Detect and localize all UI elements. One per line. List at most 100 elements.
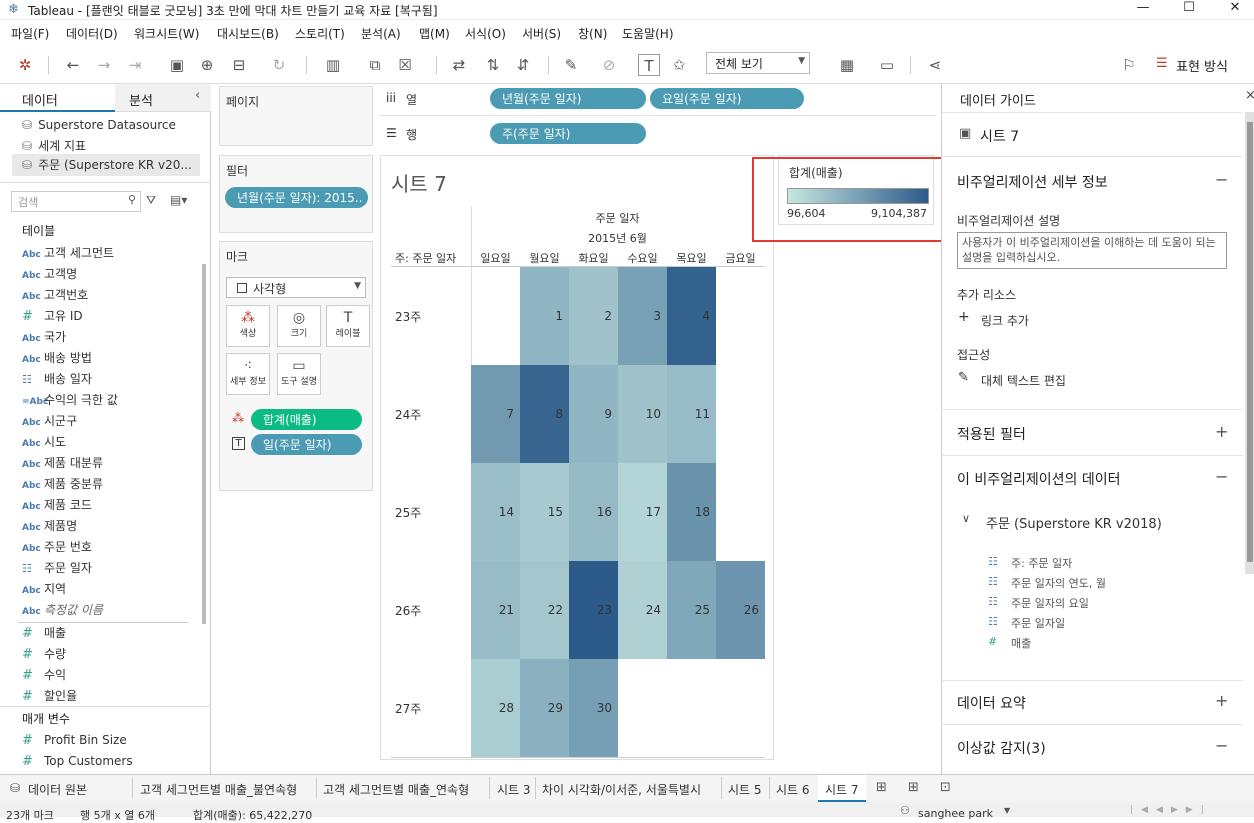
sort-asc-icon[interactable]: ⇅ bbox=[482, 54, 504, 76]
outliers-heading[interactable]: 이상값 감지(3) bbox=[957, 738, 1046, 758]
dimension-field[interactable]: Abc 제품 대분류 bbox=[22, 453, 103, 474]
heatmap-cell[interactable]: 18 bbox=[667, 463, 716, 561]
expand-plus-icon[interactable]: + bbox=[1215, 422, 1228, 441]
heatmap-cell[interactable]: 10 bbox=[618, 365, 667, 463]
column-header-cell[interactable]: 화요일 bbox=[569, 250, 618, 266]
heatmap-cell[interactable]: 3 bbox=[618, 267, 667, 365]
alt-text-button[interactable]: 대체 텍스트 편집 bbox=[981, 372, 1066, 389]
row-header-cell[interactable]: 25주 bbox=[395, 504, 421, 521]
column-header-cell[interactable]: 월요일 bbox=[520, 250, 569, 266]
mark-type-select[interactable]: 사각형 ▼ bbox=[226, 277, 366, 298]
collapse-minus-icon[interactable]: − bbox=[1215, 170, 1228, 189]
heatmap-cell[interactable]: 30 bbox=[569, 659, 618, 757]
new-worksheet-icon[interactable]: ▥ bbox=[322, 54, 344, 76]
dimension-field[interactable]: Abc 고객 세그먼트 bbox=[22, 243, 114, 264]
menu-window[interactable]: 창(N) bbox=[578, 25, 607, 42]
heatmap-cell[interactable]: 4 bbox=[667, 267, 716, 365]
swap-icon[interactable]: ⇄ bbox=[448, 54, 470, 76]
minimize-button[interactable]: — bbox=[1120, 0, 1166, 20]
column-pill[interactable]: 년월(주문 일자) bbox=[490, 88, 646, 109]
pause-update-icon[interactable]: ⊟ bbox=[228, 54, 250, 76]
size-button[interactable]: ◎ 크기 bbox=[277, 305, 321, 347]
columns-shelf[interactable]: iii 열 년월(주문 일자) 요일(주문 일자) bbox=[380, 86, 936, 112]
clear-sheet-icon[interactable]: ☒ bbox=[394, 54, 416, 76]
redo-icon[interactable]: → bbox=[93, 54, 115, 76]
row-header-cell[interactable]: 27주 bbox=[395, 700, 421, 717]
pages-card[interactable]: 페이지 bbox=[219, 86, 373, 146]
heatmap-cell[interactable]: 1 bbox=[520, 267, 569, 365]
param-item[interactable]: # Top Customers bbox=[22, 751, 133, 772]
tableau-home-icon[interactable]: ✲ bbox=[14, 54, 36, 76]
dimension-field[interactable]: Abc 시도 bbox=[22, 432, 66, 453]
viz-data-heading[interactable]: 이 비주얼리제이션의 데이터 bbox=[957, 469, 1120, 489]
menu-server[interactable]: 서버(S) bbox=[522, 25, 561, 42]
heatmap-cell[interactable]: 26 bbox=[716, 561, 765, 659]
heatmap-cell[interactable]: 22 bbox=[520, 561, 569, 659]
datasource-item[interactable]: ⛁ 세계 지표 bbox=[22, 137, 86, 154]
dimension-field[interactable]: Abc 지역 bbox=[22, 579, 66, 600]
tab-datasource[interactable]: 데이터 원본 bbox=[28, 781, 87, 798]
heatmap-cell[interactable]: 23 bbox=[569, 561, 618, 659]
expand-plus-icon[interactable]: + bbox=[1215, 691, 1228, 710]
sheet-nav-icon[interactable]: |◀◀▶▶| bbox=[1130, 805, 1212, 815]
heatmap-cell[interactable]: 14 bbox=[471, 463, 520, 561]
replay-icon[interactable]: ⇥ bbox=[124, 54, 146, 76]
sort-desc-icon[interactable]: ⇵ bbox=[512, 54, 534, 76]
dimension-field[interactable]: Abc 배송 방법 bbox=[22, 348, 92, 369]
dimension-field[interactable]: ☷ 주문 일자 bbox=[22, 558, 92, 579]
dimension-field[interactable]: Abc 제품명 bbox=[22, 516, 77, 537]
dimension-field[interactable]: Abc 제품 코드 bbox=[22, 495, 92, 516]
undo-icon[interactable]: ← bbox=[62, 54, 84, 76]
column-header-cell[interactable]: 일요일 bbox=[471, 250, 520, 266]
tab-sheet[interactable]: 고객 세그먼트별 매출_연속형 bbox=[323, 781, 469, 798]
highlight-icon[interactable]: ✎ bbox=[560, 54, 582, 76]
row-header-cell[interactable]: 23주 bbox=[395, 308, 421, 325]
chevron-down-icon[interactable]: ▼ bbox=[1004, 806, 1010, 815]
row-header-cell[interactable]: 24주 bbox=[395, 406, 421, 423]
measure-field[interactable]: # 할인율 bbox=[22, 686, 77, 707]
column-header-cell[interactable]: 수요일 bbox=[618, 250, 667, 266]
group-icon[interactable]: ⊘ bbox=[598, 54, 620, 76]
tab-sheet[interactable]: 시트 6 bbox=[776, 781, 810, 798]
presentation-icon[interactable]: ▭ bbox=[876, 54, 898, 76]
pin-icon[interactable]: ⚐ bbox=[1118, 54, 1140, 76]
dimension-field[interactable]: ☷ 배송 일자 bbox=[22, 369, 92, 390]
column-pill[interactable]: 요일(주문 일자) bbox=[650, 88, 804, 109]
param-item[interactable]: # Profit Bin Size bbox=[22, 730, 127, 751]
detail-button[interactable]: ⁖ 세부 정보 bbox=[226, 353, 270, 395]
dimension-field[interactable]: # 고유 ID bbox=[22, 306, 83, 327]
close-button[interactable]: ✕ bbox=[1212, 0, 1254, 20]
filter-icon[interactable]: ⛛ bbox=[146, 193, 156, 208]
menu-help[interactable]: 도움말(H) bbox=[622, 25, 674, 42]
viz-detail-heading[interactable]: 비주얼리제이션 세부 정보 bbox=[957, 172, 1108, 192]
datasource-item[interactable]: ⛁ Superstore Datasource bbox=[22, 118, 176, 132]
duplicate-icon[interactable]: ⧉ bbox=[364, 54, 386, 76]
color-button[interactable]: ⁂ 색상 bbox=[226, 305, 270, 347]
heatmap-cell[interactable]: 8 bbox=[520, 365, 569, 463]
dimension-field[interactable]: Abc 시군구 bbox=[22, 411, 77, 432]
new-worksheet-icon[interactable]: ⊞ bbox=[876, 780, 887, 795]
datasource-item-selected[interactable]: ⛁ 주문 (Superstore KR v20... bbox=[12, 154, 200, 176]
menu-format[interactable]: 서식(O) bbox=[465, 25, 506, 42]
share-icon[interactable]: ⋖ bbox=[924, 54, 946, 76]
applied-filters-heading[interactable]: 적용된 필터 bbox=[957, 424, 1026, 444]
dimension-field[interactable]: =Abc수익의 극한 값 bbox=[22, 390, 118, 411]
view-options-icon[interactable]: ▤▾ bbox=[170, 193, 187, 207]
heatmap-cell[interactable]: 24 bbox=[618, 561, 667, 659]
show-cards-icon[interactable]: ▦ bbox=[836, 54, 858, 76]
collapse-minus-icon[interactable]: − bbox=[1215, 736, 1228, 755]
heatmap-cell[interactable]: 2 bbox=[569, 267, 618, 365]
data-summary-heading[interactable]: 데이터 요약 bbox=[957, 693, 1026, 713]
measure-field[interactable]: # 수익 bbox=[22, 665, 66, 686]
dimension-field[interactable]: Abc 고객번호 bbox=[22, 285, 88, 306]
tab-sheet[interactable]: 시트 3 bbox=[497, 781, 531, 798]
fit-select[interactable]: 전체 보기 ▼ bbox=[706, 52, 810, 74]
save-icon[interactable]: ▣ bbox=[166, 54, 188, 76]
heatmap-cell[interactable]: 16 bbox=[569, 463, 618, 561]
tab-sheet-active[interactable]: 시트 7 bbox=[818, 775, 866, 802]
heatmap-cell[interactable]: 17 bbox=[618, 463, 667, 561]
filters-card[interactable]: 필터 년월(주문 일자): 2015.. bbox=[219, 155, 373, 233]
collapse-minus-icon[interactable]: − bbox=[1215, 467, 1228, 486]
tab-sheet[interactable]: 시트 5 bbox=[728, 781, 762, 798]
dimension-field[interactable]: Abc 제품 중분류 bbox=[22, 474, 103, 495]
